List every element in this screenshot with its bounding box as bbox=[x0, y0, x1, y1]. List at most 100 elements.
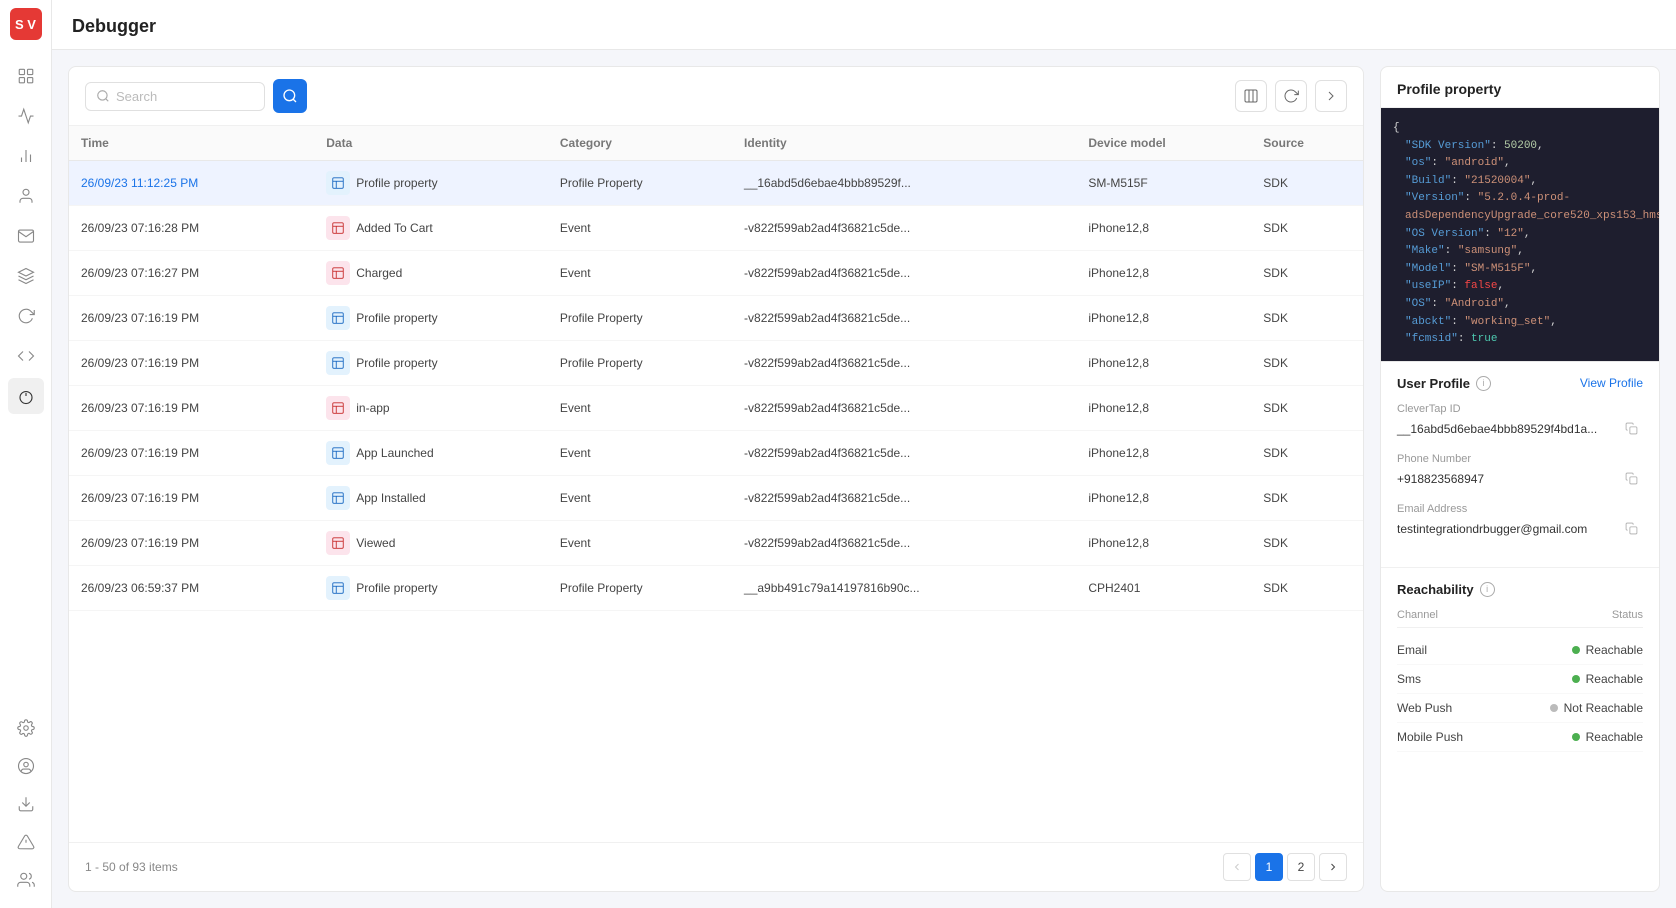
user-profile-header: User Profile i View Profile bbox=[1397, 376, 1643, 391]
refresh-button[interactable] bbox=[1275, 80, 1307, 112]
cell-category: Event bbox=[548, 431, 732, 476]
table-row[interactable]: 26/09/23 07:16:27 PM Charged Event -v822… bbox=[69, 251, 1363, 296]
view-profile-button[interactable]: View Profile bbox=[1580, 376, 1643, 390]
cell-source: SDK bbox=[1251, 296, 1363, 341]
event-type-icon bbox=[326, 486, 350, 510]
next-page-button[interactable] bbox=[1319, 853, 1347, 881]
reach-status: Reachable bbox=[1572, 672, 1643, 686]
cell-device: iPhone12,8 bbox=[1076, 431, 1251, 476]
content-area: Time Data Category Identity Device model… bbox=[52, 50, 1676, 908]
sidebar-item-code[interactable] bbox=[8, 338, 44, 374]
email-row: testintegrationdrbugger@gmail.com bbox=[1397, 517, 1643, 541]
cell-device: iPhone12,8 bbox=[1076, 386, 1251, 431]
expand-button[interactable] bbox=[1315, 80, 1347, 112]
cell-identity: __16abd5d6ebae4bbb89529f... bbox=[732, 161, 1076, 206]
sidebar-item-download[interactable] bbox=[8, 786, 44, 822]
toolbar-actions bbox=[1235, 80, 1347, 112]
reachability-rows: Email Reachable Sms Reachable Web Push N… bbox=[1397, 636, 1643, 752]
cell-time: 26/09/23 07:16:19 PM bbox=[69, 521, 314, 566]
cell-device: iPhone12,8 bbox=[1076, 296, 1251, 341]
sidebar-item-users[interactable] bbox=[8, 178, 44, 214]
event-type-icon bbox=[326, 396, 350, 420]
event-name: Profile property bbox=[356, 311, 437, 325]
user-profile-title-row: User Profile i bbox=[1397, 376, 1491, 391]
clevertap-id-row: __16abd5d6ebae4bbb89529f4bd1a... bbox=[1397, 417, 1643, 441]
sidebar-item-layers[interactable] bbox=[8, 258, 44, 294]
sidebar-item-grid[interactable] bbox=[8, 58, 44, 94]
app-logo: S V bbox=[10, 8, 42, 40]
cell-category: Event bbox=[548, 251, 732, 296]
cell-source: SDK bbox=[1251, 476, 1363, 521]
cell-time: 26/09/23 11:12:25 PM bbox=[69, 161, 314, 206]
reachability-section: Reachability i Channel Status Email Reac… bbox=[1381, 568, 1659, 766]
table-row[interactable]: 26/09/23 07:16:19 PM Profile property Pr… bbox=[69, 296, 1363, 341]
copy-email-button[interactable] bbox=[1619, 517, 1643, 541]
table-row[interactable]: 26/09/23 07:16:19 PM in-app Event -v822f… bbox=[69, 386, 1363, 431]
cell-source: SDK bbox=[1251, 566, 1363, 611]
copy-phone-button[interactable] bbox=[1619, 467, 1643, 491]
search-wrapper bbox=[85, 82, 265, 111]
right-panel: Profile property {"SDK Version": 50200,"… bbox=[1380, 66, 1660, 892]
clevertap-id-field: CleverTap ID __16abd5d6ebae4bbb89529f4bd… bbox=[1397, 403, 1643, 441]
cell-data: Viewed bbox=[314, 521, 548, 566]
json-block: {"SDK Version": 50200,"os": "android","B… bbox=[1381, 108, 1659, 362]
event-name: Profile property bbox=[356, 356, 437, 370]
email-label: Email Address bbox=[1397, 503, 1643, 515]
reach-status-dot bbox=[1550, 704, 1558, 712]
prev-page-button[interactable] bbox=[1223, 853, 1251, 881]
table-row[interactable]: 26/09/23 07:16:19 PM Profile property Pr… bbox=[69, 341, 1363, 386]
event-type-icon bbox=[326, 216, 350, 240]
email-field: Email Address testintegrationdrbugger@gm… bbox=[1397, 503, 1643, 541]
columns-toggle-button[interactable] bbox=[1235, 80, 1267, 112]
cell-identity: -v822f599ab2ad4f36821c5de... bbox=[732, 476, 1076, 521]
sidebar-item-settings[interactable] bbox=[8, 710, 44, 746]
cell-source: SDK bbox=[1251, 431, 1363, 476]
cell-device: SM-M515F bbox=[1076, 161, 1251, 206]
reachability-info-icon[interactable]: i bbox=[1480, 582, 1495, 597]
cell-source: SDK bbox=[1251, 386, 1363, 431]
cell-category: Event bbox=[548, 386, 732, 431]
sidebar-item-user-circle[interactable] bbox=[8, 748, 44, 784]
table-row[interactable]: 26/09/23 11:12:25 PM Profile property Pr… bbox=[69, 161, 1363, 206]
event-name: in-app bbox=[356, 401, 389, 415]
col-device: Device model bbox=[1076, 126, 1251, 161]
reachability-col-headers: Channel Status bbox=[1397, 609, 1643, 628]
cell-source: SDK bbox=[1251, 161, 1363, 206]
event-type-icon bbox=[326, 171, 350, 195]
user-profile-label: User Profile bbox=[1397, 376, 1470, 391]
event-name: Added To Cart bbox=[356, 221, 433, 235]
clevertap-id-label: CleverTap ID bbox=[1397, 403, 1643, 415]
col-data: Data bbox=[314, 126, 548, 161]
sidebar-item-debug[interactable] bbox=[8, 378, 44, 414]
page-2-button[interactable]: 2 bbox=[1287, 853, 1315, 881]
cell-identity: -v822f599ab2ad4f36821c5de... bbox=[732, 206, 1076, 251]
page-title: Debugger bbox=[72, 16, 1656, 37]
table-row[interactable]: 26/09/23 07:16:19 PM Viewed Event -v822f… bbox=[69, 521, 1363, 566]
search-button[interactable] bbox=[273, 79, 307, 113]
cell-identity: -v822f599ab2ad4f36821c5de... bbox=[732, 296, 1076, 341]
sidebar-item-users2[interactable] bbox=[8, 862, 44, 898]
table-row[interactable]: 26/09/23 06:59:37 PM Profile property Pr… bbox=[69, 566, 1363, 611]
table-row[interactable]: 26/09/23 07:16:28 PM Added To Cart Event… bbox=[69, 206, 1363, 251]
sidebar-item-activity[interactable] bbox=[8, 98, 44, 134]
user-profile-info-icon[interactable]: i bbox=[1476, 376, 1491, 391]
reach-status-dot bbox=[1572, 675, 1580, 683]
cell-time: 26/09/23 07:16:19 PM bbox=[69, 296, 314, 341]
cell-source: SDK bbox=[1251, 206, 1363, 251]
table-row[interactable]: 26/09/23 07:16:19 PM App Launched Event … bbox=[69, 431, 1363, 476]
page-1-button[interactable]: 1 bbox=[1255, 853, 1283, 881]
cell-identity: __a9bb491c79a14197816b90c... bbox=[732, 566, 1076, 611]
sidebar-item-alert[interactable] bbox=[8, 824, 44, 860]
sidebar-item-refresh[interactable] bbox=[8, 298, 44, 334]
status-col-header: Status bbox=[1612, 609, 1643, 621]
sidebar-item-mail[interactable] bbox=[8, 218, 44, 254]
copy-clevertap-id-button[interactable] bbox=[1619, 417, 1643, 441]
search-input[interactable] bbox=[116, 89, 254, 104]
cell-device: iPhone12,8 bbox=[1076, 341, 1251, 386]
reach-status-text: Not Reachable bbox=[1564, 701, 1643, 715]
cell-identity: -v822f599ab2ad4f36821c5de... bbox=[732, 341, 1076, 386]
sidebar-item-chart[interactable] bbox=[8, 138, 44, 174]
table-row[interactable]: 26/09/23 07:16:19 PM App Installed Event… bbox=[69, 476, 1363, 521]
cell-device: iPhone12,8 bbox=[1076, 206, 1251, 251]
cell-category: Profile Property bbox=[548, 296, 732, 341]
